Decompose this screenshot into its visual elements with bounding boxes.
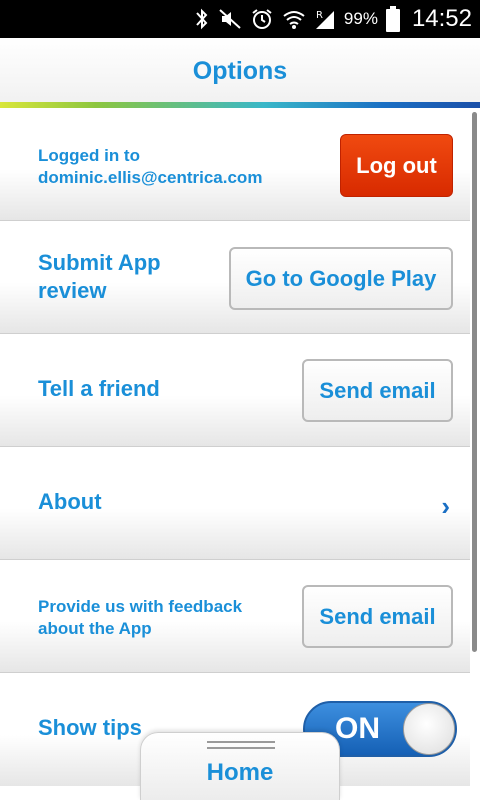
status-icons: R 99% 14:52 (194, 0, 472, 38)
show-tips-label: Show tips (38, 715, 142, 740)
home-tab-label: Home (206, 759, 274, 786)
logged-in-email: dominic.ellis@centrica.com (38, 168, 263, 187)
feedback-label-line2: about the App (38, 619, 152, 638)
battery-percent: 99% (343, 9, 378, 28)
options-list: Logged in to dominic.ellis@centrica.com … (0, 108, 470, 786)
title-bar: Options (0, 38, 480, 104)
toggle-state-label: ON (335, 712, 380, 745)
google-play-button[interactable]: Go to Google Play (229, 247, 453, 310)
feedback-send-email-button[interactable]: Send email (302, 585, 453, 648)
clock-time: 14:52 (411, 5, 472, 32)
alarm-icon (250, 7, 274, 31)
toggle-knob[interactable] (403, 703, 455, 755)
submit-review-label-line1: Submit App (38, 250, 161, 275)
submit-review-label: Submit App review (38, 249, 161, 305)
tell-friend-row: Tell a friend Send email (0, 334, 470, 447)
about-label: About (38, 489, 102, 514)
logged-in-text: Logged in to dominic.ellis@centrica.com (38, 145, 262, 189)
drag-grip-line (207, 741, 275, 743)
wifi-icon (282, 7, 306, 31)
logout-button[interactable]: Log out (340, 134, 453, 197)
page-title: Options (192, 57, 288, 85)
status-bar: R 99% 14:52 (0, 0, 480, 38)
home-tab[interactable]: Home (140, 732, 340, 800)
svg-text:R: R (316, 10, 323, 21)
about-row[interactable]: About › (0, 447, 470, 560)
login-row: Logged in to dominic.ellis@centrica.com … (0, 108, 470, 221)
feedback-label-line1: Provide us with feedback (38, 597, 243, 616)
submit-review-label-line2: review (38, 278, 107, 303)
feedback-row: Provide us with feedback about the App S… (0, 560, 470, 673)
battery-icon (385, 6, 400, 32)
scrollbar[interactable] (472, 112, 477, 652)
tell-friend-label: Tell a friend (38, 376, 160, 401)
feedback-label: Provide us with feedback about the App (38, 596, 242, 640)
mute-icon (218, 7, 242, 31)
submit-review-row: Submit App review Go to Google Play (0, 221, 470, 334)
logged-in-label: Logged in to (38, 146, 140, 165)
bluetooth-icon (194, 7, 210, 31)
drag-grip-line (207, 747, 275, 749)
tell-friend-send-email-button[interactable]: Send email (302, 359, 453, 422)
signal-icon: R (314, 7, 336, 31)
chevron-right-icon: › (441, 491, 450, 521)
